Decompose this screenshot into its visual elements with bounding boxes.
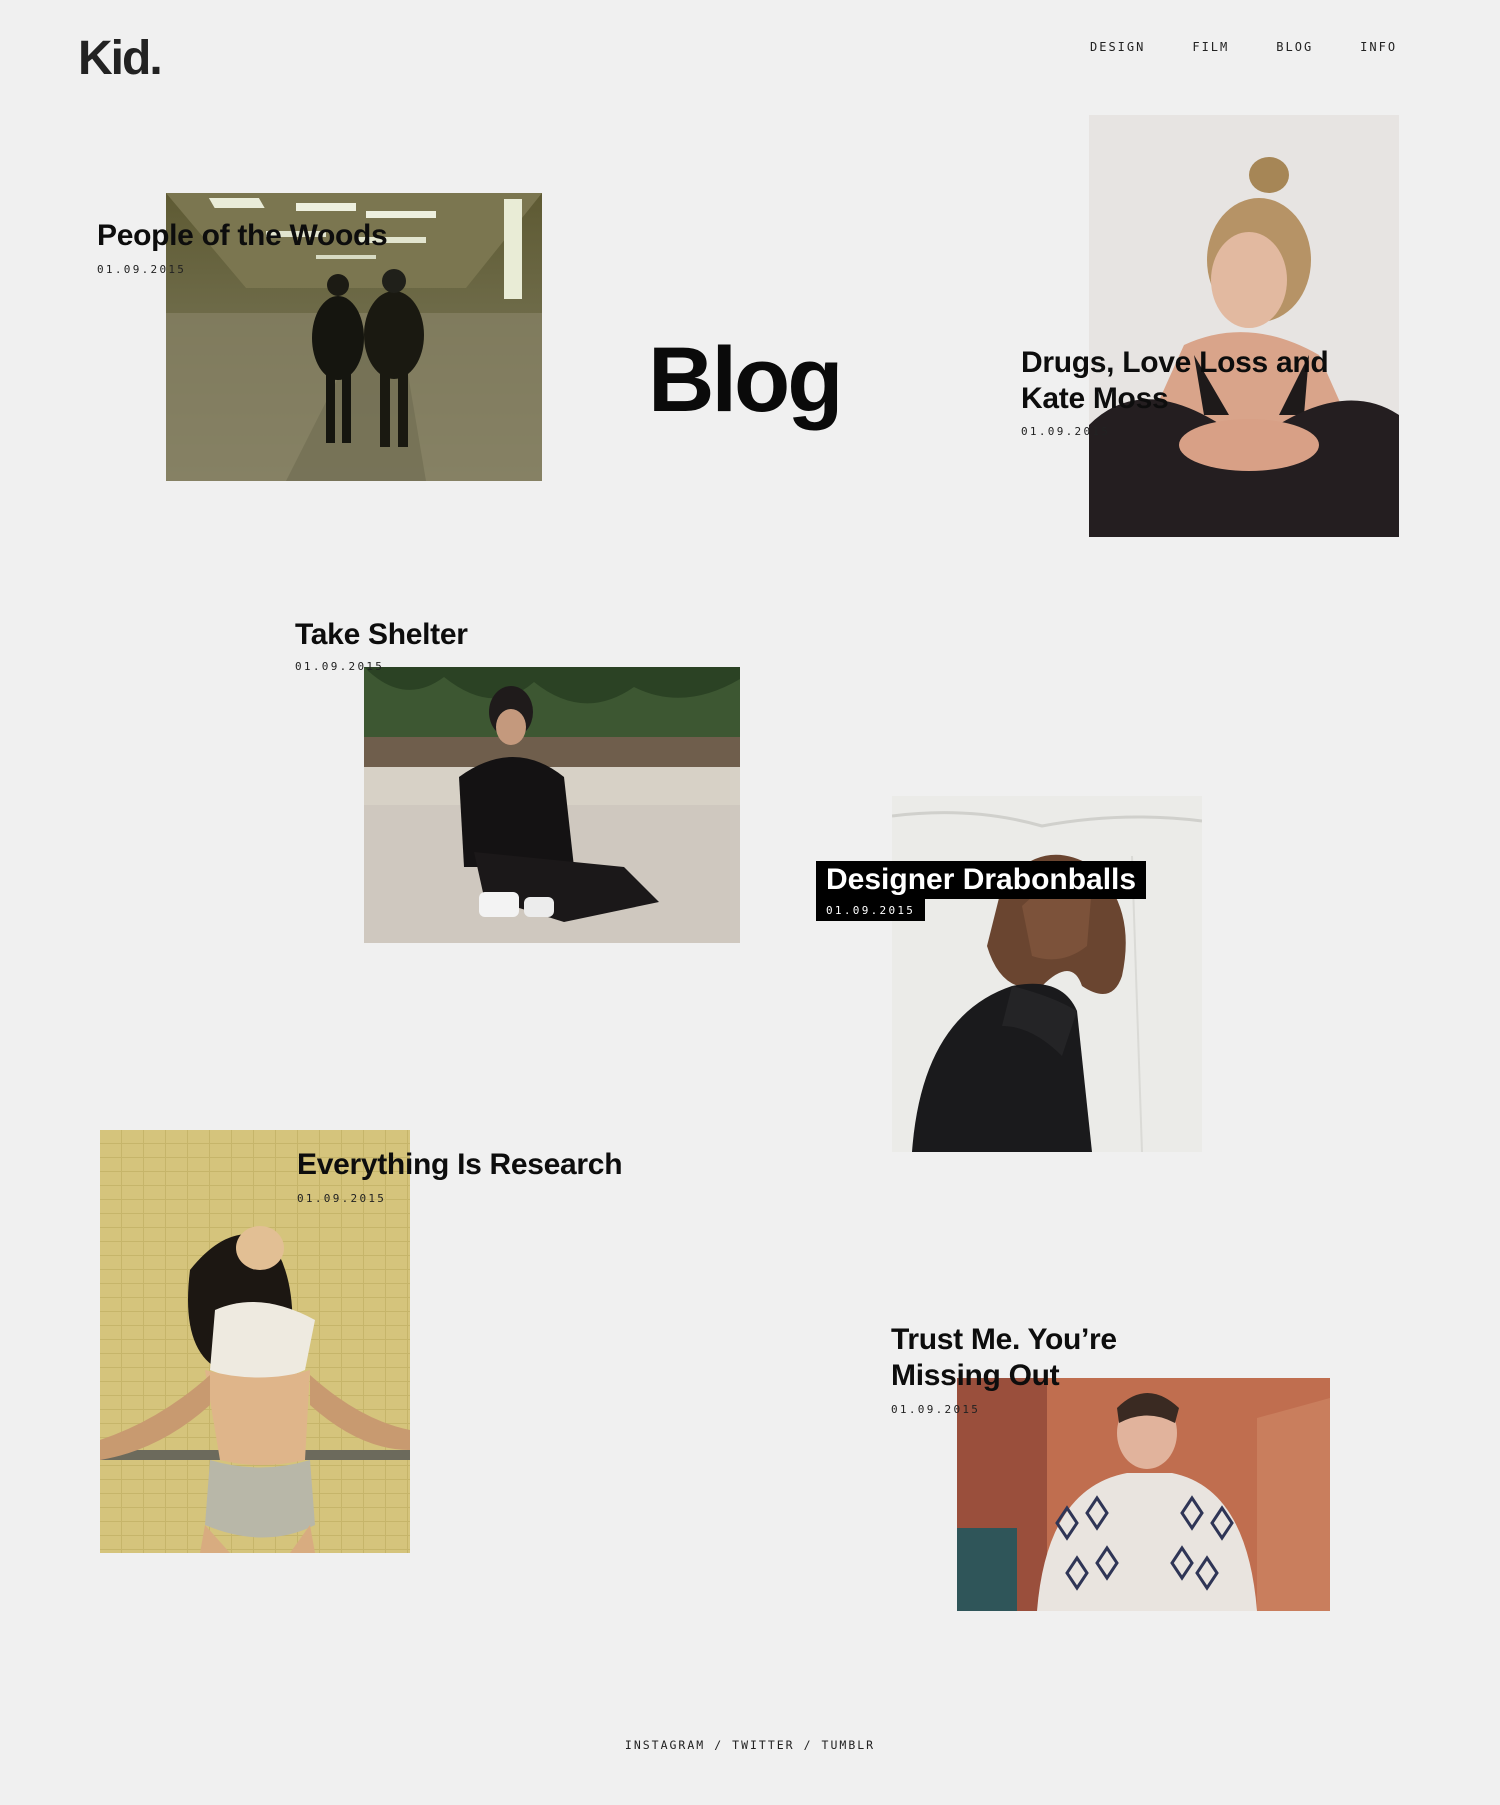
portrait-photo	[1089, 115, 1399, 537]
post-title[interactable]: Drugs, Love Loss and Kate Moss	[1021, 345, 1381, 417]
nav-link-film[interactable]: FILM	[1192, 40, 1229, 54]
nav-link-info[interactable]: INFO	[1360, 40, 1397, 54]
social-footer: INSTAGRAM / TWITTER / TUMBLR	[0, 1738, 1500, 1752]
main-nav: DESIGN FILM BLOG INFO	[1090, 40, 1397, 54]
footer-separator: /	[714, 1738, 724, 1752]
post-date: 01.09.2015	[295, 660, 385, 673]
post-title[interactable]: Take Shelter	[295, 617, 468, 653]
nav-link-design[interactable]: DESIGN	[1090, 40, 1145, 54]
profile-photo	[892, 796, 1202, 1152]
post-image-take-shelter[interactable]	[364, 667, 740, 943]
post-title[interactable]: People of the Woods	[97, 218, 388, 254]
post-image-designer-drabonballs[interactable]	[892, 796, 1202, 1152]
page-title: Blog	[648, 329, 843, 431]
post-date: 01.09.2015	[1021, 425, 1111, 438]
brick-wall-photo	[957, 1378, 1330, 1611]
footer-link-tumblr[interactable]: TUMBLR	[822, 1738, 876, 1752]
footer-link-twitter[interactable]: TWITTER	[732, 1738, 794, 1752]
site-logo[interactable]: Kid.	[78, 30, 163, 88]
footer-separator: /	[803, 1738, 813, 1752]
nav-link-blog[interactable]: BLOG	[1276, 40, 1313, 54]
sitting-photo	[364, 667, 740, 943]
post-image-trust-me[interactable]	[957, 1378, 1330, 1611]
post-title[interactable]: Trust Me. You’re Missing Out	[891, 1322, 1151, 1394]
post-image-drugs-love-loss[interactable]	[1089, 115, 1399, 537]
post-title[interactable]: Everything Is Research	[297, 1147, 623, 1183]
post-title[interactable]: Designer Drabonballs	[816, 861, 1147, 899]
post-date: 01.09.2015	[97, 263, 187, 276]
post-date: 01.09.2015	[891, 1403, 981, 1416]
footer-link-instagram[interactable]: INSTAGRAM	[625, 1738, 705, 1752]
post-date: 01.09.2015	[816, 899, 926, 921]
post-date: 01.09.2015	[297, 1192, 387, 1205]
